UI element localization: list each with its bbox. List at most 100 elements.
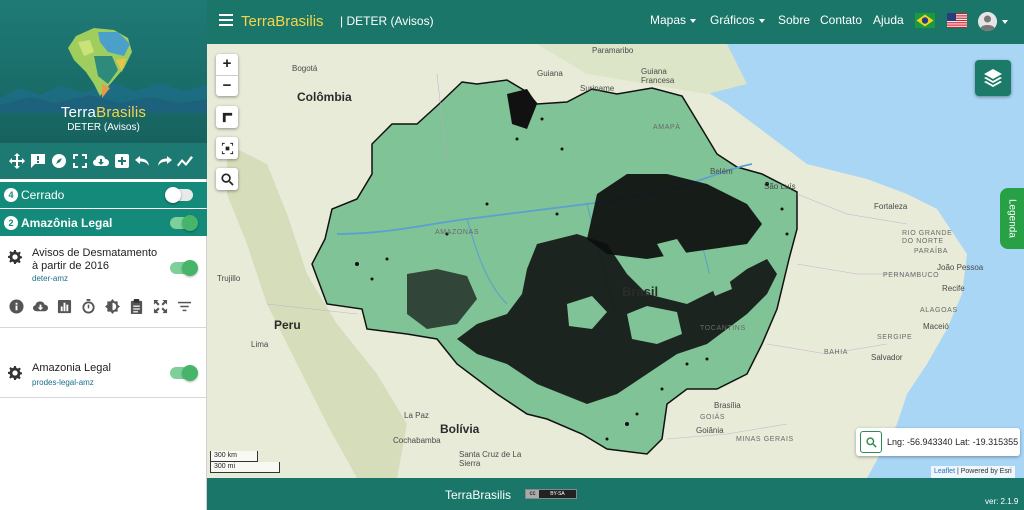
- map-search-button[interactable]: [216, 168, 238, 190]
- brazil-flag-icon[interactable]: [915, 13, 935, 28]
- user-avatar-icon[interactable]: [978, 12, 997, 31]
- corner-icon: [222, 112, 232, 122]
- map-label-maceio: Maceió: [923, 322, 949, 331]
- group-cerrado-label: Cerrado: [21, 188, 65, 202]
- nav-mapas-label: Mapas: [650, 13, 687, 27]
- brand-brasilis: Brasilis: [96, 104, 147, 121]
- map-label-pernambuco: PERNAMBUCO: [883, 272, 940, 279]
- redo-icon[interactable]: [155, 153, 172, 170]
- fullscreen-icon[interactable]: [152, 298, 168, 314]
- layer-prodes-title: Amazonia Legal: [32, 362, 111, 374]
- basemap: [207, 44, 1024, 478]
- map-label-guiana-francesa: Guiana Francesa: [641, 67, 675, 85]
- map-label-lima: Lima: [251, 340, 269, 349]
- map-label-santa-cruz: Santa Cruz de La Sierra: [459, 450, 522, 468]
- comment-icon[interactable]: [29, 153, 46, 170]
- zoom-out-button[interactable]: −: [216, 75, 238, 96]
- map-label-recife: Recife: [942, 284, 965, 293]
- layer-tools: [8, 298, 192, 314]
- gear-icon[interactable]: [8, 250, 22, 264]
- map-label-goias: GOIÁS: [700, 414, 726, 421]
- group-amazonia-count: 2: [4, 215, 18, 230]
- sidebar: TerraBrasilis DETER (Avisos) 4 Cerrado 2…: [0, 0, 207, 510]
- terrabrasilis-logo: [68, 28, 132, 98]
- fullscreen-icon[interactable]: [71, 153, 88, 170]
- corner-tool-button[interactable]: [216, 106, 238, 128]
- scale-bar-mi: 300 mi: [210, 462, 280, 473]
- leaflet-link[interactable]: Leaflet: [934, 468, 955, 475]
- nav-sobre[interactable]: Sobre: [778, 13, 810, 27]
- legend-tab[interactable]: Legenda: [1000, 188, 1024, 249]
- map-label-salvador: Salvador: [871, 353, 903, 362]
- map-label-brasilia: Brasília: [714, 401, 741, 410]
- chevron-down-icon[interactable]: [1002, 20, 1008, 24]
- map-label-bogota: Bogotá: [292, 64, 318, 73]
- layer-deter-amz: Avisos de Desmatamento à partir de 2016 …: [0, 244, 207, 290]
- usa-flag-icon[interactable]: [947, 13, 967, 28]
- topbar-brand-brasilis: Brasilis: [275, 13, 324, 30]
- menu-icon[interactable]: [219, 14, 233, 26]
- map-toolbar: [0, 143, 207, 179]
- group-amazonia-toggle[interactable]: [170, 215, 198, 231]
- topbar-subtitle: | DETER (Avisos): [340, 14, 434, 28]
- coordinates-search-button[interactable]: [860, 431, 882, 453]
- coordinates-panel: Lng: -56.943340 Lat: -19.315355: [856, 428, 1020, 456]
- timer-icon[interactable]: [80, 298, 96, 314]
- map-label-tocantins: TOCANTINS: [700, 325, 746, 332]
- sidebar-brand-subtitle: DETER (Avisos): [67, 122, 140, 133]
- contrast-icon[interactable]: [104, 298, 120, 314]
- map-label-minas-gerais: MINAS GERAIS: [736, 436, 794, 443]
- filter-icon[interactable]: [176, 298, 192, 314]
- nav-graficos-label: Gráficos: [710, 13, 755, 27]
- map-view[interactable]: Paramaribo Guiana Guiana Francesa Surina…: [207, 44, 1024, 478]
- map-label-sergipe: SERGIPE: [877, 334, 913, 341]
- map-label-la-paz: La Paz: [404, 411, 429, 420]
- sidebar-brand: TerraBrasilis DETER (Avisos): [0, 0, 207, 143]
- info-icon[interactable]: [8, 298, 24, 314]
- cloud-download-icon[interactable]: [92, 153, 109, 170]
- nav-contato[interactable]: Contato: [820, 13, 862, 27]
- footer-version: ver: 2.1.9: [985, 497, 1019, 506]
- chart-line-icon[interactable]: [176, 153, 193, 170]
- layers-control-button[interactable]: [975, 60, 1011, 96]
- topbar-brand[interactable]: TerraBrasilis: [241, 13, 324, 30]
- cloud-download-icon[interactable]: [32, 298, 48, 314]
- cc-license-badge[interactable]: cc BY-SA: [525, 489, 577, 499]
- layer-deter-toggle[interactable]: [170, 260, 198, 276]
- top-navbar: TerraBrasilis | DETER (Avisos) Mapas Grá…: [207, 0, 1024, 44]
- brand-terra: Terra: [60, 104, 97, 121]
- search-icon: [220, 172, 234, 186]
- layer-divider: [0, 397, 207, 398]
- layer-deter-subtitle: deter-amz: [32, 274, 69, 283]
- compass-icon[interactable]: [50, 153, 67, 170]
- coordinates-lat: Lat: -19.315355: [955, 437, 1019, 447]
- search-icon: [865, 436, 877, 448]
- move-icon[interactable]: [8, 153, 25, 170]
- bar-chart-icon[interactable]: [56, 298, 72, 314]
- chevron-down-icon: [690, 18, 697, 23]
- chevron-down-icon: [758, 18, 765, 23]
- layer-prodes-subtitle: prodes-legal-amz: [32, 378, 94, 387]
- group-cerrado-toggle[interactable]: [165, 187, 193, 203]
- add-layer-icon[interactable]: [113, 153, 130, 170]
- map-label-guiana: Guiana: [537, 69, 563, 78]
- zoom-in-button[interactable]: +: [216, 54, 238, 75]
- group-amazonia-legal[interactable]: 2 Amazônia Legal: [0, 209, 207, 236]
- layer-prodes-legal-amz: Amazonia Legal prodes-legal-amz: [0, 358, 207, 390]
- nav-ajuda[interactable]: Ajuda: [873, 13, 904, 27]
- group-cerrado[interactable]: 4 Cerrado: [0, 182, 207, 208]
- undo-icon[interactable]: [134, 153, 151, 170]
- sidebar-brand-name: TerraBrasilis: [0, 104, 207, 121]
- layer-prodes-toggle[interactable]: [170, 365, 198, 381]
- clipboard-icon[interactable]: [128, 298, 144, 314]
- map-label-paramaribo: Paramaribo: [592, 46, 634, 55]
- map-label-cochabamba: Cochabamba: [393, 436, 441, 445]
- coordinates-lng: Lng: -56.943340: [887, 437, 953, 447]
- map-label-amapa: AMAPÁ: [653, 124, 681, 131]
- nav-graficos[interactable]: Gráficos: [710, 13, 765, 27]
- nav-mapas[interactable]: Mapas: [650, 13, 697, 27]
- map-label-paraiba: PARAÍBA: [914, 248, 949, 255]
- gear-icon[interactable]: [8, 366, 22, 380]
- area-select-button[interactable]: [216, 137, 238, 159]
- map-label-bolivia: Bolívia: [440, 422, 480, 436]
